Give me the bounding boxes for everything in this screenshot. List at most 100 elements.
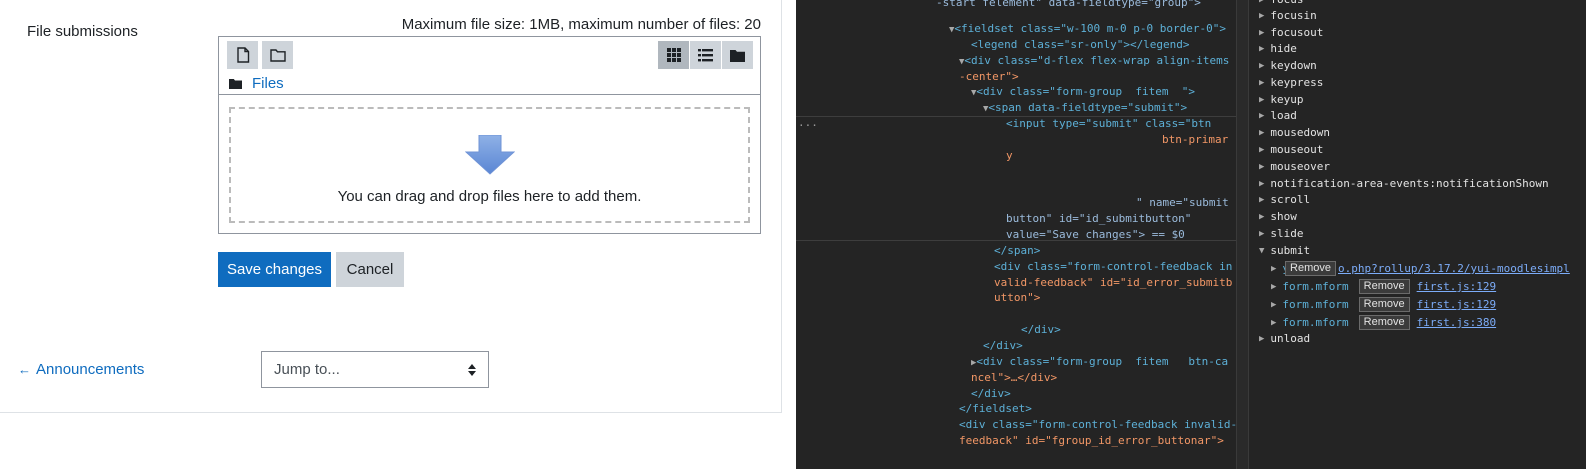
listener-source-link[interactable]: first.js:380 — [1417, 316, 1496, 329]
max-file-info: Maximum file size: 1MB, maximum number o… — [401, 16, 761, 33]
folder-icon — [269, 49, 286, 62]
arrow-left-icon: ← — [18, 362, 31, 377]
event-item[interactable]: ▶ keypress — [1259, 76, 1323, 89]
remove-listener-button[interactable]: Remove — [1285, 261, 1337, 276]
collapsed-triangle-icon: ▶ — [1259, 94, 1265, 105]
event-item[interactable]: ▶ scroll — [1259, 193, 1310, 206]
collapsed-triangle-icon: ▶ — [1259, 0, 1264, 5]
dom-line[interactable]: </div> — [983, 338, 1023, 354]
listener-row[interactable]: ▶ form.mform Remove first.js:380 — [1271, 315, 1496, 330]
listener-source-link[interactable]: first.js:129 — [1417, 298, 1496, 311]
listener-source-link[interactable]: o.php?rollup/3.17.2/yui-moodlesimpl — [1338, 262, 1570, 275]
node-ellipsis[interactable]: ... — [798, 115, 818, 131]
collapsed-triangle-icon: ▶ — [1271, 281, 1277, 292]
event-item[interactable]: ▶ notification-area-events:notificationSh… — [1259, 177, 1549, 190]
devtools-elements-panel: ... -start felement" data-fieldtype="gro… — [796, 0, 1249, 469]
event-item[interactable]: ▶ mouseout — [1259, 143, 1323, 156]
drop-zone-text: You can drag and drop files here to add … — [337, 188, 642, 205]
dom-line[interactable]: -center"> — [959, 69, 1019, 85]
collapsed-triangle-icon: ▶ — [1259, 27, 1265, 38]
breadcrumb: Files — [229, 75, 284, 92]
dom-line[interactable]: valid-feedback" id="id_error_submitb — [994, 275, 1232, 291]
collapsed-triangle-icon: ▶ — [1259, 161, 1265, 172]
add-file-button[interactable] — [227, 41, 258, 69]
collapsed-triangle-icon: ▶ — [1259, 60, 1265, 71]
dom-line-selected[interactable]: btn-primar — [1162, 132, 1228, 148]
dom-line-selected[interactable]: y — [1006, 148, 1013, 164]
event-item[interactable]: ▶ keydown — [1259, 59, 1317, 72]
file-icon — [236, 47, 249, 63]
drop-zone[interactable]: You can drag and drop files here to add … — [229, 107, 750, 223]
dom-line[interactable]: feedback" id="fgroup_id_error_buttonar"> — [959, 433, 1224, 449]
file-submissions-label: File submissions — [27, 23, 138, 40]
event-item[interactable]: ▶ mouseover — [1259, 160, 1330, 173]
collapsed-triangle-icon: ▶ — [1259, 10, 1265, 21]
file-picker-toolbar: Files — [219, 37, 760, 95]
dom-line[interactable]: </fieldset> — [959, 401, 1032, 417]
event-item[interactable]: ▶ focusout — [1259, 26, 1323, 39]
collapsed-triangle-icon: ▶ — [1259, 211, 1265, 222]
folder-solid-icon — [229, 79, 242, 89]
event-item[interactable]: ▶focus — [1259, 0, 1304, 6]
save-changes-button[interactable]: Save changes — [218, 252, 331, 287]
collapsed-triangle-icon: ▶ — [1259, 333, 1265, 344]
collapsed-triangle-icon: ▶ — [1259, 144, 1265, 155]
list-icon — [698, 48, 713, 61]
event-item[interactable]: ▶ unload — [1259, 332, 1310, 345]
event-item[interactable]: ▶ focusin — [1259, 9, 1317, 22]
panel-splitter[interactable] — [1236, 0, 1249, 469]
collapsed-triangle-icon: ▶ — [1271, 317, 1277, 328]
remove-listener-button[interactable]: Remove — [1358, 315, 1410, 330]
event-item[interactable]: ▶ keyup — [1259, 93, 1304, 106]
file-picker: Files You can drag and drop files here t… — [218, 36, 761, 234]
collapsed-triangle-icon: ▶ — [1259, 77, 1265, 88]
remove-listener-button[interactable]: Remove — [1358, 279, 1410, 294]
dom-line[interactable]: <div class="form-control-feedback in — [994, 259, 1232, 275]
jump-to-select[interactable]: Jump to... — [261, 351, 489, 388]
event-listeners-panel: ▶focus ▶focusin ▶focusout ▶hide ▶keydown… — [1249, 0, 1586, 469]
listener-row[interactable]: ▶ form.mform Remove first.js:129 — [1271, 297, 1496, 312]
previous-activity-link[interactable]: ← Announcements — [18, 361, 144, 378]
event-item-submit[interactable]: ▼ submit — [1259, 244, 1310, 257]
dom-line[interactable]: </div> — [971, 386, 1011, 402]
dom-line[interactable]: </span> — [994, 243, 1040, 259]
dom-line[interactable]: </div> — [1021, 322, 1061, 338]
dom-line-selected[interactable]: value="Save changes"> == $0 — [1006, 227, 1185, 243]
view-list-button[interactable] — [690, 41, 721, 69]
dom-line[interactable]: -start felement" data-fieldtype="group"> — [936, 0, 1201, 11]
create-folder-button[interactable] — [262, 41, 293, 69]
view-tree-button[interactable] — [722, 41, 753, 69]
dom-line-selected[interactable]: <input type="submit" class="btn — [1006, 116, 1211, 132]
sort-carets-icon — [468, 364, 476, 376]
event-item[interactable]: ▶ mousedown — [1259, 126, 1330, 139]
listener-source-link[interactable]: first.js:129 — [1417, 280, 1496, 293]
view-icons-button[interactable] — [658, 41, 689, 69]
dom-line[interactable]: <div class="form-control-feedback invali… — [959, 417, 1237, 433]
remove-listener-button[interactable]: Remove — [1358, 297, 1410, 312]
collapsed-triangle-icon: ▶ — [1271, 299, 1277, 310]
collapsed-triangle-icon: ▶ — [1259, 194, 1265, 205]
dom-line-selected[interactable]: " name="submit — [1136, 195, 1229, 211]
event-item[interactable]: ▶ show — [1259, 210, 1297, 223]
collapsed-triangle-icon: ▶ — [1259, 110, 1265, 121]
moodle-page: File submissions Maximum file size: 1MB,… — [0, 0, 796, 469]
dom-line[interactable]: ncel">…</div> — [971, 370, 1057, 386]
collapsed-triangle-icon: ▶ — [1259, 228, 1265, 239]
dom-line-selected[interactable]: button" id="id_submitbutton" — [1006, 211, 1191, 227]
listener-row[interactable]: ▶ y Remove o.php?rollup/3.17.2/yui-moodl… — [1271, 261, 1570, 276]
dom-line[interactable]: utton"> — [994, 290, 1040, 306]
event-item[interactable]: ▶ hide — [1259, 42, 1297, 55]
jump-to-value: Jump to... — [274, 361, 340, 378]
cancel-button[interactable]: Cancel — [336, 252, 404, 287]
grid-icon — [666, 48, 681, 62]
collapsed-triangle-icon: ▶ — [1259, 127, 1265, 138]
down-arrow-icon — [464, 135, 515, 175]
path-link-files[interactable]: Files — [252, 75, 284, 92]
event-item[interactable]: ▶ load — [1259, 109, 1297, 122]
expanded-triangle-icon: ▼ — [1259, 245, 1265, 256]
event-item[interactable]: ▶ slide — [1259, 227, 1304, 240]
collapsed-triangle-icon: ▶ — [1271, 263, 1277, 274]
listener-row[interactable]: ▶ form.mform Remove first.js:129 — [1271, 279, 1496, 294]
dom-line[interactable]: <legend class="sr-only"></legend> — [971, 37, 1190, 53]
collapsed-triangle-icon: ▶ — [1259, 178, 1265, 189]
